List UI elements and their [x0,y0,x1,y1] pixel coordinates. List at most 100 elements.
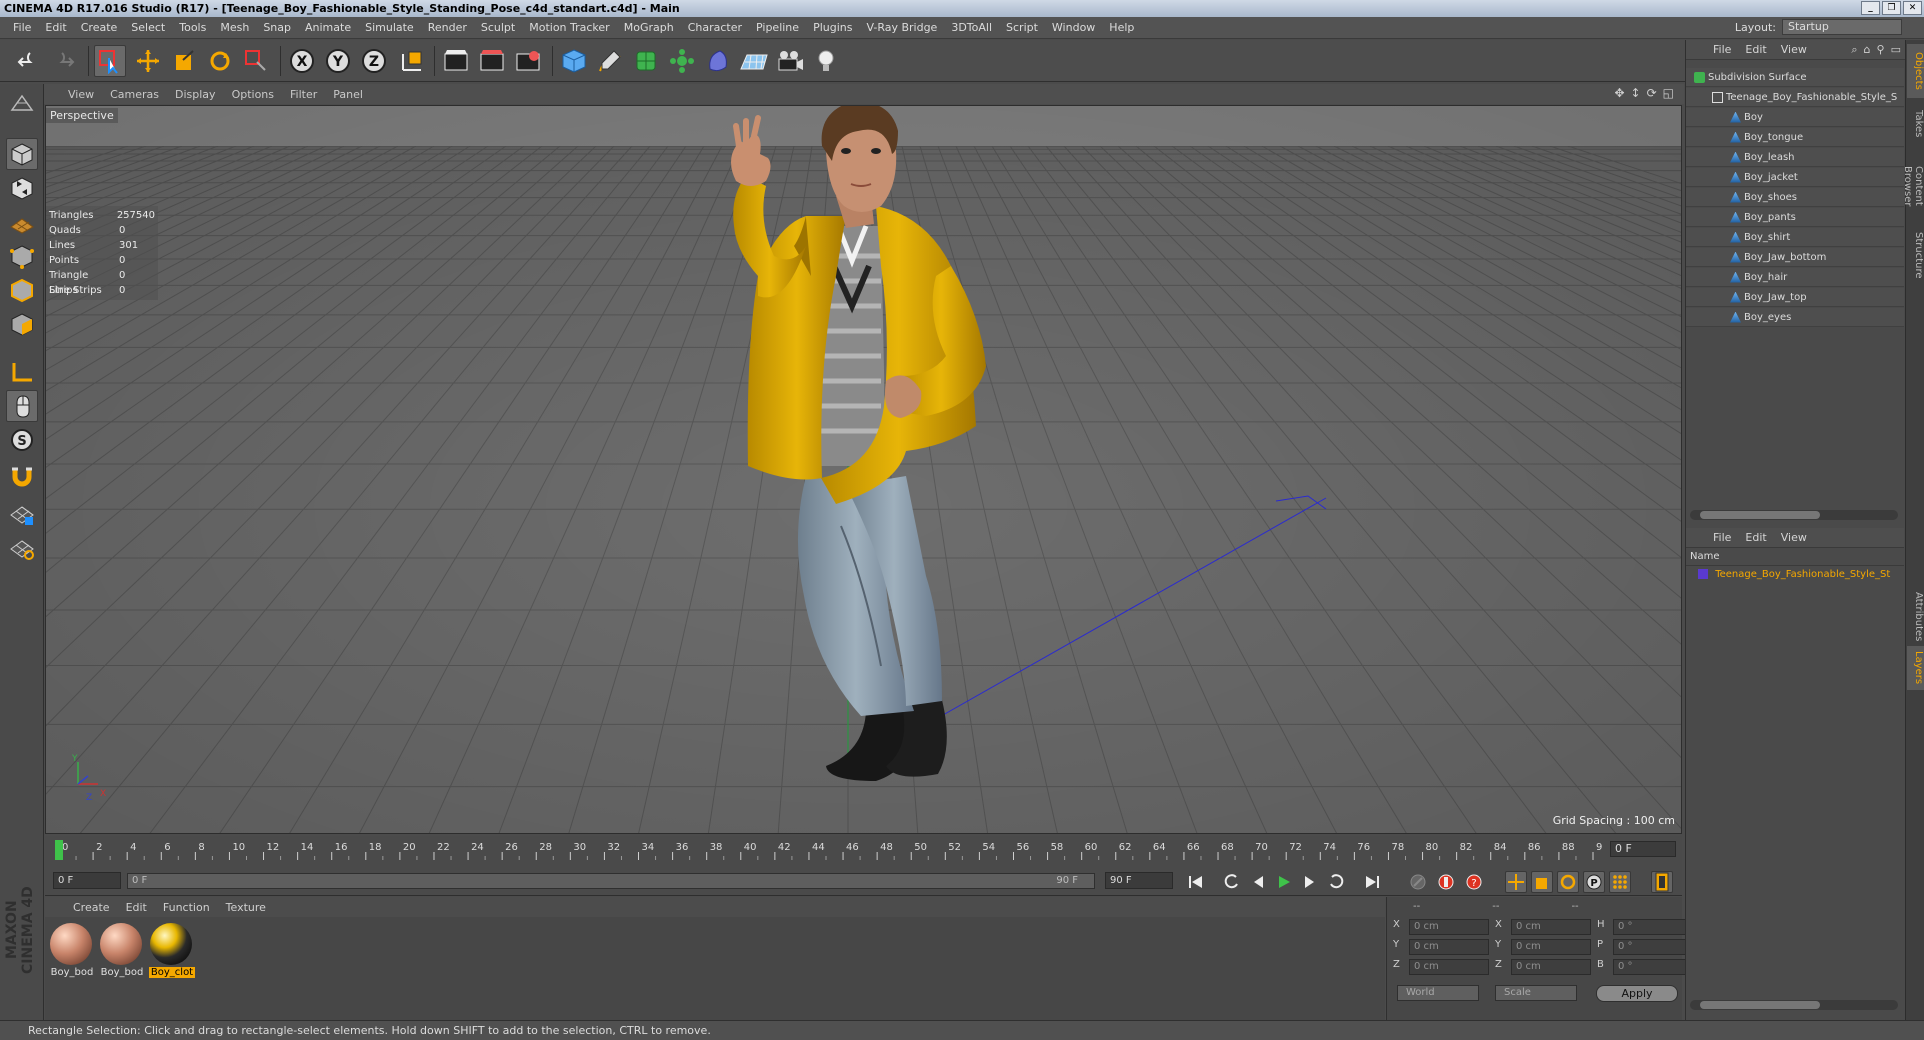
menu-pipeline[interactable]: Pipeline [749,21,806,34]
menu-edit[interactable]: Edit [38,21,73,34]
render-view-icon[interactable] [440,45,472,77]
coord-value-field[interactable]: 0 cm [1511,919,1591,935]
viewport-menu-view[interactable]: View [60,88,102,101]
menu-window[interactable]: Window [1045,21,1102,34]
menu-script[interactable]: Script [999,21,1045,34]
menu-mograph[interactable]: MoGraph [617,21,681,34]
light-object-icon[interactable] [810,45,842,77]
snap-icon[interactable]: S [6,424,38,456]
menu-simulate[interactable]: Simulate [358,21,421,34]
new-window-icon[interactable]: ▭ [1891,43,1901,57]
play-forward-icon[interactable] [1273,871,1295,893]
side-tab-attributes[interactable]: Attributes [1907,588,1924,641]
coord-value-field[interactable]: 0 cm [1511,939,1591,955]
timeline-ruler[interactable]: 0 2 4 6 8 10 12 14 16 18 20 22 24 26 28 30 32 34 36 38 40 42 4… [53,838,1603,864]
menu-motion-tracker[interactable]: Motion Tracker [522,21,616,34]
close-button[interactable]: ✕ [1903,1,1922,15]
select-tool-icon[interactable] [94,45,126,77]
layer-menu-view[interactable]: View [1774,531,1814,544]
object-manager-scrollbar[interactable] [1690,510,1898,520]
obj-menu-file[interactable]: File [1706,43,1738,56]
layout-selector[interactable]: Layout: Startup [1735,19,1902,35]
subdivision-surface-icon[interactable] [630,45,662,77]
object-tree-item[interactable]: Boy_eyes [1686,308,1904,327]
home-icon[interactable]: ⌂ [1864,43,1871,57]
next-frame-icon[interactable] [1299,871,1321,893]
coordinate-system-icon[interactable] [396,45,428,77]
floor-object-icon[interactable] [738,45,770,77]
next-keyframe-icon[interactable] [1325,871,1347,893]
autokeying-icon[interactable]: ? [1463,871,1485,893]
move-view-icon[interactable]: ✥ [1614,86,1624,100]
coord-value-field[interactable]: 0 ° [1613,939,1693,955]
previous-keyframe-icon[interactable] [1221,871,1243,893]
obj-menu-edit[interactable]: Edit [1738,43,1773,56]
viewport-menu-options[interactable]: Options [224,88,282,101]
perspective-viewport[interactable]: Y X Z Perspective Triangles 257540 Quads 0 L… [45,105,1682,834]
material-swatch[interactable]: Boy_bod [99,923,143,978]
go-to-end-icon[interactable] [1361,871,1383,893]
menu-animate[interactable]: Animate [298,21,358,34]
undo-icon[interactable] [12,45,44,77]
viewport-menu-cameras[interactable]: Cameras [102,88,167,101]
mograph-cloner-icon[interactable] [666,45,698,77]
dolly-view-icon[interactable]: ↕ [1631,86,1641,100]
rotate-tool-icon[interactable] [204,45,236,77]
deformer-icon[interactable] [702,45,734,77]
previous-frame-icon[interactable] [1247,871,1269,893]
viewport-menu-filter[interactable]: Filter [282,88,325,101]
texture-mode-icon[interactable] [6,172,38,204]
x-axis-lock-icon[interactable]: X [286,45,318,77]
object-tree-item[interactable]: Boy_leash [1686,148,1904,167]
workplane-icon[interactable] [6,206,38,238]
object-tree-item[interactable]: Boy_Jaw_top [1686,288,1904,307]
layer-menu-file[interactable]: File [1706,531,1738,544]
material-swatch[interactable]: Boy_clot [149,923,195,978]
minimize-button[interactable]: _ [1861,1,1880,15]
menu-v-ray-bridge[interactable]: V-Ray Bridge [859,21,944,34]
live-selection-icon[interactable] [240,45,272,77]
make-editable-icon[interactable] [6,88,38,120]
menu-select[interactable]: Select [124,21,172,34]
viewport-menu-display[interactable]: Display [167,88,224,101]
material-menu-function[interactable]: Function [155,901,218,914]
menu-mesh[interactable]: Mesh [213,21,256,34]
coord-value-field[interactable]: 0 ° [1613,959,1693,975]
object-tree-item[interactable]: Boy_shoes [1686,188,1904,207]
playhead[interactable] [55,840,63,860]
side-tab-objects[interactable]: Objects [1907,44,1924,98]
material-menu-edit[interactable]: Edit [118,901,155,914]
side-tab-content-browser[interactable]: Content Browser [1902,150,1924,222]
search-icon[interactable]: ⌕ [1851,43,1857,57]
layer-manager-scrollbar[interactable] [1690,1000,1898,1010]
redo-icon[interactable] [48,45,80,77]
render-settings-icon[interactable] [512,45,544,77]
menu-help[interactable]: Help [1102,21,1141,34]
record-disabled-icon[interactable] [1407,871,1429,893]
material-swatch[interactable]: Boy_bod [49,923,93,978]
menu-render[interactable]: Render [421,21,474,34]
coordinate-mode-dropdown[interactable]: World [1397,985,1479,1001]
key-rotation-icon[interactable] [1557,871,1579,893]
menu-create[interactable]: Create [74,21,125,34]
render-to-picture-viewer-icon[interactable] [476,45,508,77]
frame-range-slider[interactable]: 0 F 90 F [127,873,1095,889]
size-mode-dropdown[interactable]: Scale [1495,985,1577,1001]
end-frame-field[interactable]: 90 F [1105,872,1173,889]
model-mode-icon[interactable] [6,138,38,170]
apply-button[interactable]: Apply [1596,985,1678,1002]
key-position-icon[interactable] [1505,871,1527,893]
coord-value-field[interactable]: 0 cm [1511,959,1591,975]
cube-primitive-icon[interactable] [558,45,590,77]
menu-3dtoall[interactable]: 3DToAll [944,21,999,34]
object-tree-item[interactable]: Subdivision Surface [1686,68,1904,87]
object-tree-item[interactable]: Boy [1686,108,1904,127]
obj-menu-view[interactable]: View [1774,43,1814,56]
object-tree-item[interactable]: Boy_pants [1686,208,1904,227]
layout-dropdown[interactable]: Startup [1782,19,1902,35]
object-tree-item[interactable]: Boy_jacket [1686,168,1904,187]
menu-plugins[interactable]: Plugins [806,21,859,34]
y-axis-lock-icon[interactable]: Y [322,45,354,77]
record-active-objects-icon[interactable] [1435,871,1457,893]
z-axis-lock-icon[interactable]: Z [358,45,390,77]
